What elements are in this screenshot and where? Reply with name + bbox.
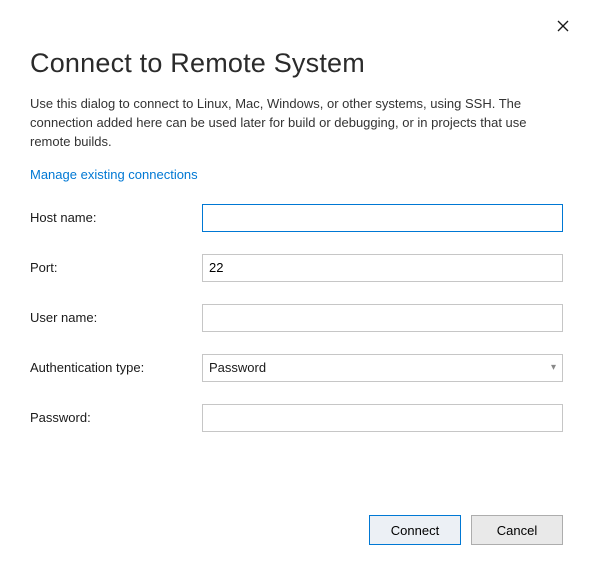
close-icon bbox=[557, 20, 569, 32]
chevron-down-icon: ▾ bbox=[551, 362, 556, 373]
port-input[interactable] bbox=[202, 254, 563, 282]
user-row: User name: bbox=[30, 304, 563, 332]
host-input[interactable] bbox=[202, 204, 563, 232]
connect-button[interactable]: Connect bbox=[369, 515, 461, 545]
dialog-buttons: Connect Cancel bbox=[369, 515, 563, 545]
connection-form: Host name: Port: User name: Authenticati… bbox=[0, 204, 593, 432]
close-button[interactable] bbox=[555, 18, 571, 34]
port-label: Port: bbox=[30, 260, 202, 275]
host-label: Host name: bbox=[30, 210, 202, 225]
port-row: Port: bbox=[30, 254, 563, 282]
connect-remote-dialog: Connect to Remote System Use this dialog… bbox=[0, 0, 593, 575]
auth-label: Authentication type: bbox=[30, 360, 202, 375]
manage-connections-link[interactable]: Manage existing connections bbox=[0, 167, 228, 182]
cancel-button[interactable]: Cancel bbox=[471, 515, 563, 545]
auth-type-select[interactable]: Password ▾ bbox=[202, 354, 563, 382]
dialog-description: Use this dialog to connect to Linux, Mac… bbox=[0, 95, 593, 166]
password-label: Password: bbox=[30, 410, 202, 425]
auth-row: Authentication type: Password ▾ bbox=[30, 354, 563, 382]
auth-type-value: Password bbox=[209, 360, 266, 375]
password-row: Password: bbox=[30, 404, 563, 432]
password-input[interactable] bbox=[202, 404, 563, 432]
user-input[interactable] bbox=[202, 304, 563, 332]
host-row: Host name: bbox=[30, 204, 563, 232]
dialog-title: Connect to Remote System bbox=[0, 0, 593, 95]
user-label: User name: bbox=[30, 310, 202, 325]
